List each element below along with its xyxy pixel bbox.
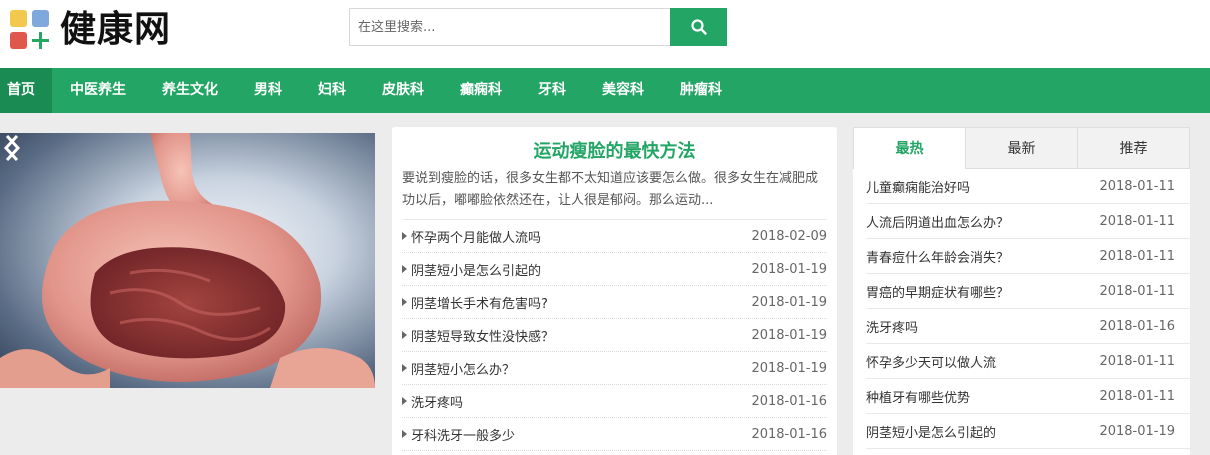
bullet-triangle-icon	[402, 397, 407, 405]
featured-desc: 要说到瘦脸的话，很多女生都不太知道应该要怎么做。很多女生在减肥成功以后，嘟嘟脸依…	[402, 168, 827, 220]
list-item-title[interactable]: 怀孕多少天可以做人流	[866, 352, 1099, 371]
list-item-title[interactable]: 种植牙有哪些优势	[866, 387, 1099, 406]
list-item-date: 2018-01-11	[1099, 213, 1175, 229]
image-slider[interactable]	[0, 133, 375, 388]
list-item[interactable]: 阴茎短小怎么办？ 2018-01-19	[402, 352, 827, 385]
list-item-date: 2018-01-11	[1099, 388, 1175, 404]
list-item-title[interactable]: 阴茎短小是怎么引起的	[866, 422, 1099, 441]
tab-latest[interactable]: 最新	[966, 127, 1078, 169]
list-item-date: 2018-02-09	[751, 228, 827, 244]
list-item[interactable]: 胃癌的早期症状有哪些？ 2018-01-11	[866, 274, 1190, 309]
list-item-title[interactable]: 怀孕两个月能做人流吗	[411, 227, 751, 246]
list-item[interactable]: 洗牙疼吗 2018-01-16	[402, 385, 827, 418]
main-nav: 首页 中医养生 养生文化 男科 妇科 皮肤科 癫痫科 牙科 美容科 肿瘤科	[0, 68, 1210, 113]
slider-next-icon[interactable]	[0, 133, 24, 163]
list-item-date: 2018-01-16	[1099, 318, 1175, 334]
tab-hottest[interactable]: 最热	[853, 127, 966, 169]
nav-item-cosmetology[interactable]: 美容科	[584, 68, 662, 113]
nav-item-gynecology[interactable]: 妇科	[300, 68, 364, 113]
list-item-date: 2018-01-16	[751, 393, 827, 409]
list-item-date: 2018-01-11	[1099, 353, 1175, 369]
list-item-date: 2018-01-16	[751, 426, 827, 442]
list-item-date: 2018-01-19	[751, 294, 827, 310]
site-logo[interactable]: 健康网	[10, 8, 200, 52]
featured-title[interactable]: 运动瘦脸的最快方法	[402, 139, 827, 165]
bullet-triangle-icon	[402, 265, 407, 273]
nav-item-wellness-culture[interactable]: 养生文化	[144, 68, 236, 113]
ranking-panel: 最热 最新 推荐 儿童癫痫能治好吗 2018-01-11 人流后阴道出血怎么办？ 2…	[853, 127, 1190, 455]
list-item[interactable]: 阴茎短小是怎么引起的 2018-01-19	[866, 414, 1190, 449]
list-item-title[interactable]: 洗牙疼吗	[866, 317, 1099, 336]
list-item-title[interactable]: 儿童癫痫能治好吗	[866, 177, 1099, 196]
list-item[interactable]: 怀孕多少天可以做人流 2018-01-11	[866, 344, 1190, 379]
search-input[interactable]	[349, 8, 670, 46]
list-item[interactable]: 阴茎短小是怎么引起的 2018-01-19	[402, 253, 827, 286]
site-header: 健康网	[0, 0, 1210, 68]
list-item[interactable]: 牙科洗牙一般多少 2018-01-16	[402, 418, 827, 451]
bullet-triangle-icon	[402, 430, 407, 438]
list-item-title[interactable]: 洗牙疼吗	[411, 392, 751, 411]
nav-item-epilepsy[interactable]: 癫痫科	[442, 68, 520, 113]
tab-recommended[interactable]: 推荐	[1078, 127, 1190, 169]
list-item[interactable]: 洗牙疼吗 2018-01-16	[866, 309, 1190, 344]
list-item-title[interactable]: 阴茎短导致女性没快感？	[411, 326, 751, 345]
ranking-tabs: 最热 最新 推荐	[853, 127, 1190, 169]
bullet-triangle-icon	[402, 331, 407, 339]
bullet-triangle-icon	[402, 232, 407, 240]
list-item-date: 2018-01-19	[751, 261, 827, 277]
list-item-date: 2018-01-11	[1099, 283, 1175, 299]
list-item[interactable]: 儿童癫痫能治好吗 2018-01-11	[866, 169, 1190, 204]
search-icon	[690, 19, 707, 35]
list-item-title[interactable]: 胃癌的早期症状有哪些？	[866, 282, 1099, 301]
list-item-title[interactable]: 青春痘什么年龄会消失？	[866, 247, 1099, 266]
search-button[interactable]	[670, 8, 727, 46]
list-item[interactable]: 种植牙有哪些优势 2018-01-11	[866, 379, 1190, 414]
nav-item-andrology[interactable]: 男科	[236, 68, 300, 113]
nav-item-oncology[interactable]: 肿瘤科	[662, 68, 740, 113]
list-item-title[interactable]: 牙科洗牙一般多少	[411, 425, 751, 444]
list-item-title[interactable]: 阴茎短小怎么办？	[411, 359, 751, 378]
featured-panel: 运动瘦脸的最快方法 要说到瘦脸的话，很多女生都不太知道应该要怎么做。很多女生在减…	[392, 127, 837, 455]
list-item[interactable]: 人流后阴道出血怎么办？ 2018-01-11	[866, 204, 1190, 239]
list-item[interactable]: 阴茎增长手术有危害吗? 2018-01-19	[402, 286, 827, 319]
list-item-date: 2018-01-19	[751, 360, 827, 376]
logo-text: 健康网	[60, 9, 172, 50]
list-item-title[interactable]: 阴茎增长手术有危害吗?	[411, 293, 751, 312]
nav-item-tcm[interactable]: 中医养生	[52, 68, 144, 113]
bullet-triangle-icon	[402, 298, 407, 306]
list-item-title[interactable]: 阴茎短小是怎么引起的	[411, 260, 751, 279]
nav-item-home[interactable]: 首页	[0, 68, 52, 113]
logo-mark-icon	[10, 10, 50, 50]
hot-list: 儿童癫痫能治好吗 2018-01-11 人流后阴道出血怎么办？ 2018-01-11…	[853, 169, 1190, 449]
stomach-illustration	[0, 133, 375, 388]
article-list: 怀孕两个月能做人流吗 2018-02-09 阴茎短小是怎么引起的 2018-01-1…	[402, 220, 827, 451]
nav-item-dermatology[interactable]: 皮肤科	[364, 68, 442, 113]
list-item-title[interactable]: 人流后阴道出血怎么办？	[866, 212, 1099, 231]
list-item-date: 2018-01-11	[1099, 248, 1175, 264]
list-item[interactable]: 青春痘什么年龄会消失？ 2018-01-11	[866, 239, 1190, 274]
list-item[interactable]: 阴茎短导致女性没快感？ 2018-01-19	[402, 319, 827, 352]
list-item-date: 2018-01-19	[751, 327, 827, 343]
list-item-date: 2018-01-11	[1099, 178, 1175, 194]
list-item-date: 2018-01-19	[1099, 423, 1175, 439]
list-item[interactable]: 怀孕两个月能做人流吗 2018-02-09	[402, 220, 827, 253]
nav-item-dental[interactable]: 牙科	[520, 68, 584, 113]
search-bar	[349, 8, 727, 46]
bullet-triangle-icon	[402, 364, 407, 372]
